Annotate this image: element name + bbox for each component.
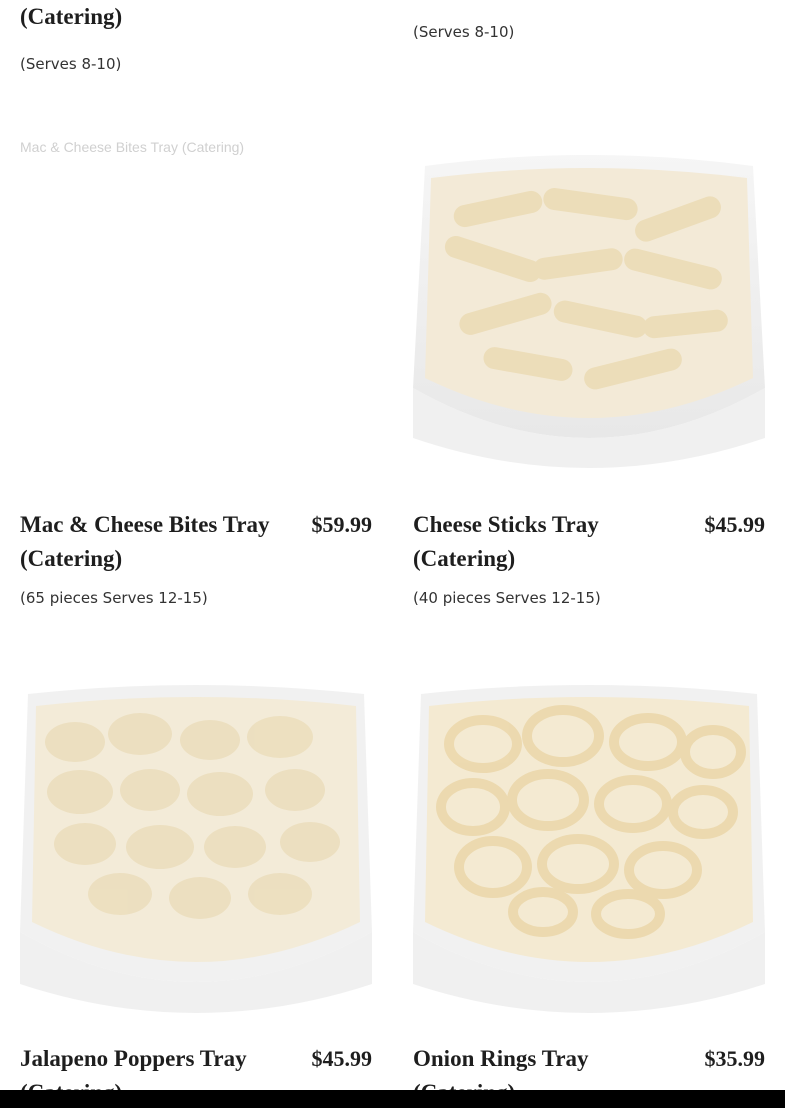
menu-item-card[interactable]: (Serves 8-10) bbox=[413, 0, 765, 56]
onion-rings-tray-illustration bbox=[413, 672, 765, 1014]
item-price: $35.99 bbox=[704, 1046, 766, 1071]
item-price: $45.99 bbox=[704, 512, 766, 537]
item-price: $59.99 bbox=[311, 512, 373, 537]
cheese-sticks-tray-illustration bbox=[413, 150, 765, 480]
menu-item-card[interactable]: (Catering) (Serves 8-10) bbox=[20, 0, 372, 76]
item-description: (40 pieces Serves 12-15) bbox=[413, 589, 601, 607]
item-name[interactable]: Cheese Sticks Tray (Catering) bbox=[413, 508, 673, 576]
menu-item-card[interactable]: Mac & Cheese Bites Tray (Catering) $59.9… bbox=[20, 508, 372, 618]
item-name[interactable]: (Catering) bbox=[20, 0, 280, 34]
item-image[interactable] bbox=[20, 672, 372, 1014]
item-image-broken[interactable]: Mac & Cheese Bites Tray (Catering) bbox=[20, 138, 372, 480]
bottom-bar bbox=[0, 1090, 785, 1108]
menu-item-card[interactable]: Cheese Sticks Tray (Catering) $45.99 (40… bbox=[413, 508, 765, 618]
item-description: (Serves 8-10) bbox=[20, 55, 122, 73]
image-alt-text: Mac & Cheese Bites Tray (Catering) bbox=[20, 139, 245, 155]
item-description: (65 pieces Serves 12-15) bbox=[20, 589, 208, 607]
jalapeno-poppers-tray-illustration bbox=[20, 672, 372, 1014]
item-name[interactable]: Mac & Cheese Bites Tray (Catering) bbox=[20, 508, 280, 576]
item-price: $45.99 bbox=[311, 1046, 373, 1071]
item-description: (Serves 8-10) bbox=[413, 23, 515, 41]
item-image[interactable] bbox=[413, 672, 765, 1014]
item-image[interactable] bbox=[413, 138, 765, 480]
